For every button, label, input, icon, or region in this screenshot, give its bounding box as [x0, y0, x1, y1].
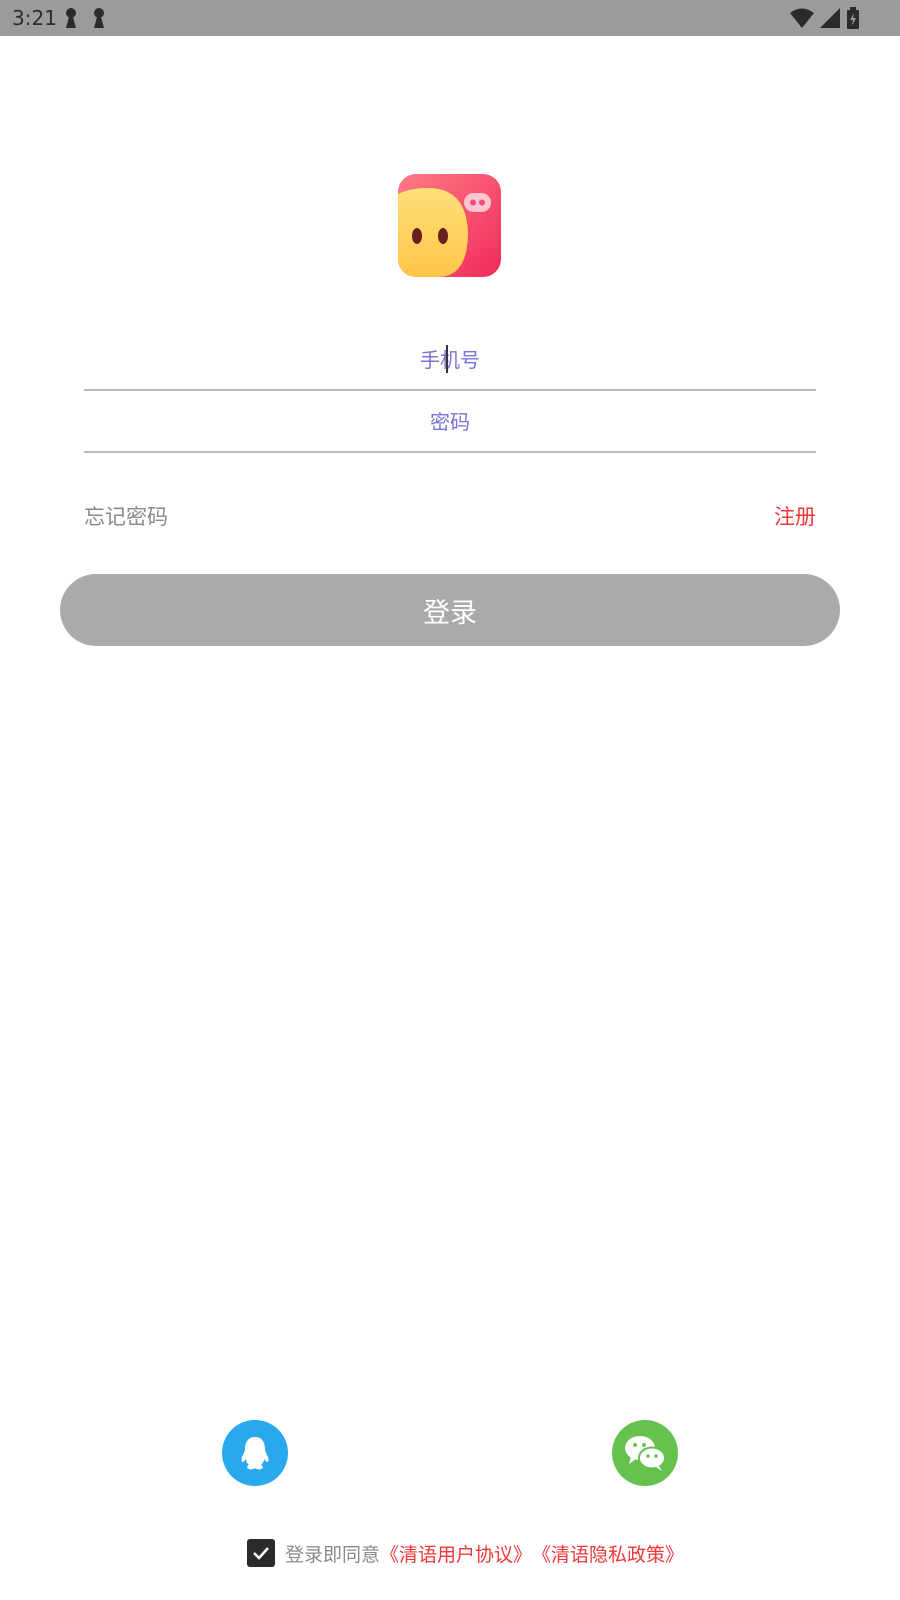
wechat-login-button[interactable] — [612, 1420, 678, 1486]
status-bar: 3:21 — [0, 0, 900, 36]
user-agreement-link[interactable]: 《清语用户协议》 — [380, 1540, 532, 1567]
forgot-password-link[interactable]: 忘记密码 — [84, 501, 168, 531]
wechat-icon — [625, 1436, 666, 1471]
phone-input[interactable] — [84, 331, 816, 391]
privacy-policy-link[interactable]: 《清语隐私政策》 — [532, 1540, 684, 1567]
login-button[interactable]: 登录 — [60, 574, 840, 646]
notification-icon — [94, 8, 104, 28]
notification-icon — [66, 8, 76, 28]
agreement-prefix: 登录即同意 — [285, 1543, 381, 1566]
password-input[interactable] — [84, 393, 816, 453]
text-cursor — [446, 345, 448, 373]
app-logo-icon — [398, 174, 501, 277]
battery-icon — [847, 7, 859, 29]
wifi-icon — [790, 8, 814, 28]
status-time: 3:21 — [12, 6, 57, 30]
qq-icon — [241, 1437, 269, 1470]
register-link[interactable]: 注册 — [774, 501, 816, 531]
agreement-checkbox[interactable] — [247, 1539, 275, 1567]
qq-login-button[interactable] — [222, 1420, 288, 1486]
signal-icon — [820, 8, 840, 28]
checkmark-icon — [253, 1547, 269, 1560]
agreement-row: 登录即同意 《清语用户协议》 《清语隐私政策》 — [247, 1537, 684, 1569]
